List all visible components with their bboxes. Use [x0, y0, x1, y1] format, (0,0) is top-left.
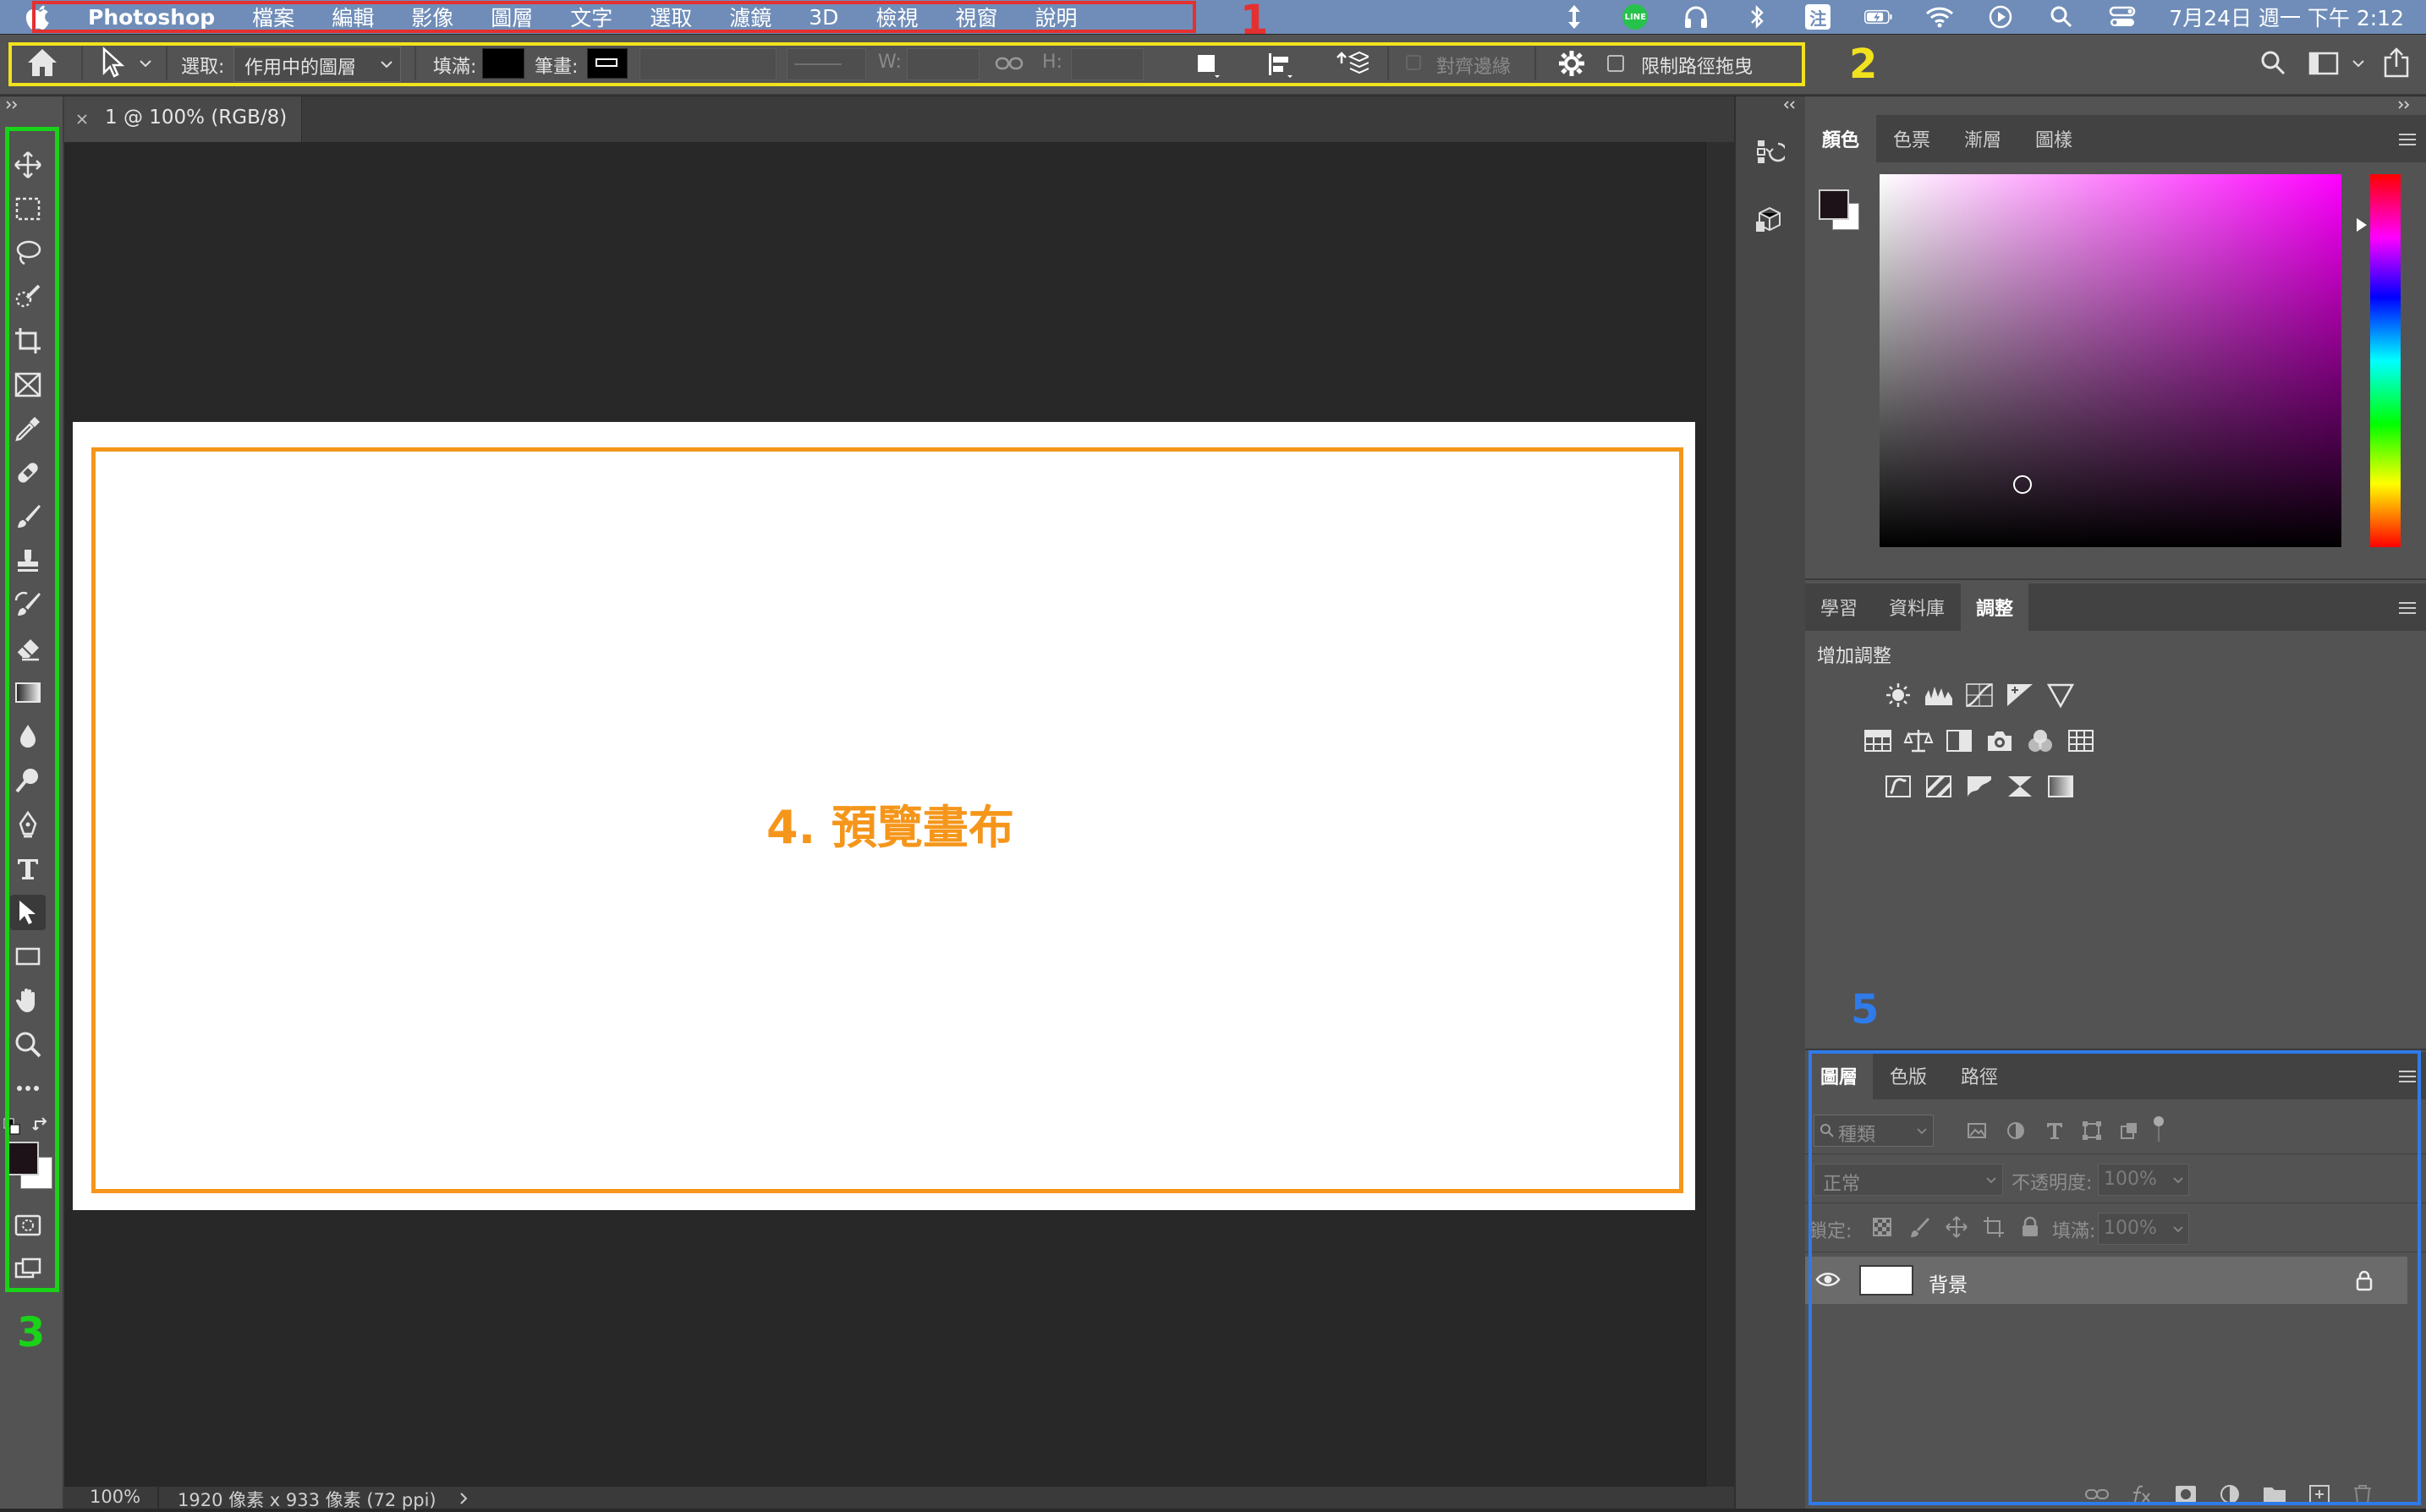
tab-libraries[interactable]: 資料庫 — [1873, 583, 1961, 631]
clock: 7月24日 週一 下午 2:12 — [2169, 6, 2404, 30]
gradient-map-icon[interactable] — [2045, 773, 2076, 800]
document-tab-bar: 1 @ 100% (RGB/8) — [64, 96, 1734, 142]
expand-panel-icon[interactable] — [2397, 100, 2412, 110]
ime-badge: 注 — [1805, 4, 1831, 30]
vertical-scrollbar[interactable] — [1705, 142, 1735, 1487]
arrows-updown-icon[interactable] — [1560, 4, 1589, 30]
bluetooth-icon[interactable] — [1743, 4, 1771, 30]
zoom-level[interactable]: 100% — [90, 1487, 140, 1507]
annotation-box-options-bar — [8, 42, 1805, 86]
hue-saturation-icon[interactable] — [1863, 727, 1893, 754]
color-panel-foreground-swatch[interactable] — [1819, 189, 1849, 220]
brightness-contrast-icon[interactable] — [1883, 682, 1913, 709]
annotation-label-3: 3 — [17, 1309, 46, 1356]
tab-gradients[interactable]: 漸層 — [1947, 115, 2018, 162]
chevron-down-icon[interactable] — [2352, 58, 2365, 68]
annotation-box-layers-panel — [1809, 1050, 2421, 1505]
tab-swatches[interactable]: 色票 — [1876, 115, 1947, 162]
selective-color-icon[interactable] — [2005, 773, 2035, 800]
battery-icon[interactable] — [1864, 4, 1893, 30]
annotation-box-menu-bar — [32, 1, 1196, 33]
annotation-box-tools-panel — [5, 127, 59, 1292]
document-tab[interactable]: 1 @ 100% (RGB/8) — [64, 96, 302, 142]
line-badge: LINE — [1622, 4, 1649, 30]
posterize-icon[interactable] — [1924, 773, 1954, 800]
color-panel-tabs: 顏色 色票 漸層 圖樣 — [1805, 115, 2426, 162]
history-panel-icon[interactable] — [1754, 137, 1785, 167]
input-method-icon[interactable]: 注 — [1803, 4, 1832, 30]
adjustments-heading: 增加調整 — [1817, 646, 1892, 667]
control-center-icon[interactable] — [2108, 4, 2137, 30]
document-tab-title: 1 @ 100% (RGB/8) — [105, 107, 288, 129]
invert-icon[interactable] — [1883, 773, 1913, 800]
curves-icon[interactable] — [1964, 682, 1995, 709]
hue-slider-handle[interactable] — [2355, 216, 2368, 233]
vibrance-icon[interactable] — [2045, 682, 2076, 709]
panel-menu-icon[interactable] — [2397, 600, 2418, 616]
color-field[interactable] — [1880, 174, 2341, 547]
wifi-icon[interactable] — [1925, 4, 1954, 30]
document-status-bar: 100% 1920 像素 x 933 像素 (72 ppi) — [64, 1487, 1797, 1510]
share-icon[interactable] — [2382, 47, 2411, 79]
color-balance-icon[interactable] — [1903, 727, 1934, 754]
color-lookup-icon[interactable] — [2066, 727, 2096, 754]
close-icon[interactable] — [76, 113, 88, 125]
panel-menu-icon[interactable] — [2397, 132, 2418, 147]
tab-color[interactable]: 顏色 — [1805, 115, 1876, 162]
levels-icon[interactable] — [1924, 682, 1954, 709]
line-app-icon[interactable]: LINE — [1621, 4, 1649, 30]
channel-mixer-icon[interactable] — [2025, 727, 2056, 754]
expand-panel-icon[interactable] — [5, 100, 20, 110]
status-area: LINE 注 7月24日 週一 下午 2:12 — [1560, 0, 2404, 34]
annotation-label-4: 4. 預覽畫布 — [766, 801, 1014, 854]
tab-adjustments[interactable]: 調整 — [1961, 583, 2028, 631]
chevron-right-icon[interactable] — [458, 1492, 469, 1505]
tab-learn[interactable]: 學習 — [1805, 583, 1873, 631]
hue-slider[interactable] — [2370, 174, 2401, 547]
color-picker-handle[interactable] — [2013, 475, 2032, 494]
collapse-panel-icon[interactable] — [1781, 100, 1797, 110]
workspace-icon[interactable] — [2308, 50, 2340, 77]
exposure-icon[interactable] — [2005, 682, 2035, 709]
search-icon[interactable] — [2259, 48, 2287, 77]
annotation-label-1: 1 — [1240, 0, 1269, 44]
annotation-label-5: 5 — [1851, 986, 1880, 1033]
play-circle-icon[interactable] — [1986, 4, 2015, 30]
threshold-icon[interactable] — [1964, 773, 1995, 800]
black-white-icon[interactable] — [1944, 727, 1974, 754]
photo-filter-icon[interactable] — [1984, 727, 2015, 754]
collapsed-panels-strip — [1734, 96, 1807, 1509]
spotlight-search-icon[interactable] — [2047, 4, 2076, 30]
headphones-icon[interactable] — [1682, 4, 1710, 30]
3d-panel-icon[interactable] — [1754, 205, 1785, 235]
tab-patterns[interactable]: 圖樣 — [2018, 115, 2089, 162]
annotation-label-2: 2 — [1849, 41, 1878, 88]
adjustments-panel-tabs: 學習 資料庫 調整 — [1805, 583, 2426, 631]
